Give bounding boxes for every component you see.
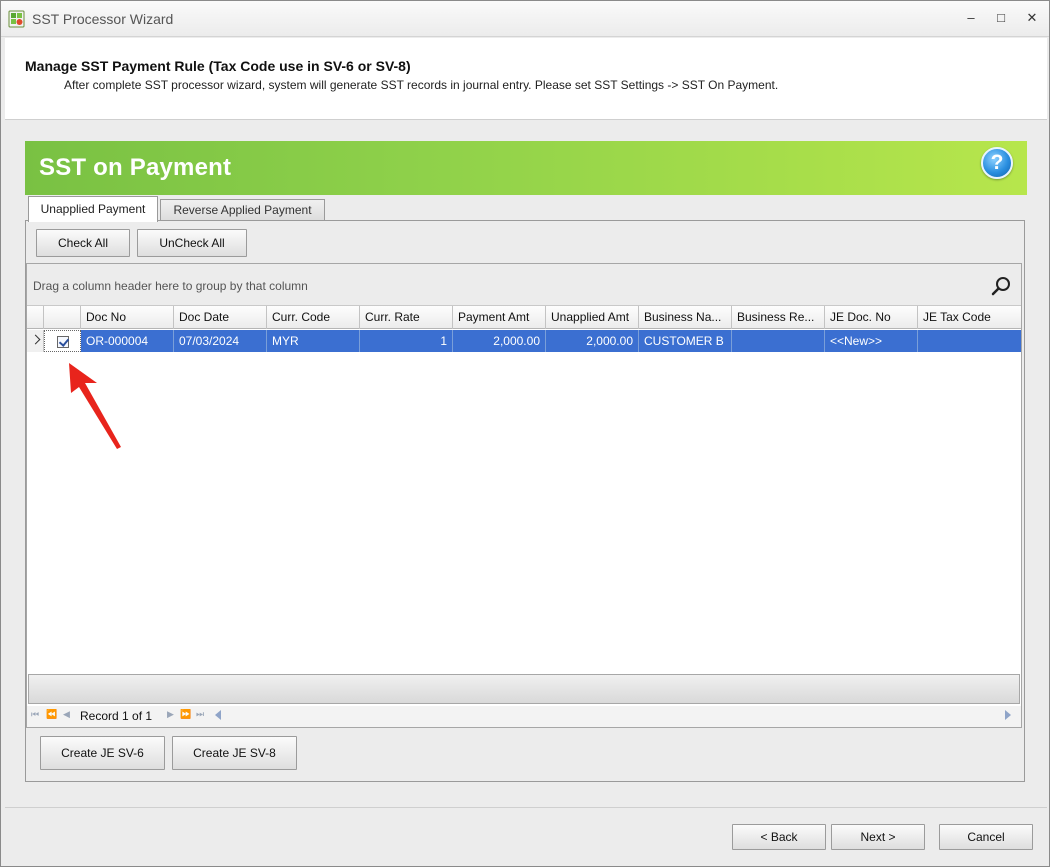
header-indicator-cell <box>27 306 44 329</box>
page-description: After complete SST processor wizard, sys… <box>64 78 779 92</box>
next-page-icon[interactable]: ⏩ <box>180 709 191 720</box>
uncheck-all-button[interactable]: UnCheck All <box>137 229 247 257</box>
grid-header: Doc No Doc Date Curr. Code Curr. Rate Pa… <box>27 306 1021 329</box>
page-title: Manage SST Payment Rule (Tax Code use in… <box>25 58 411 74</box>
create-je-sv6-button[interactable]: Create JE SV-6 <box>40 736 165 770</box>
title-bar: SST Processor Wizard – □ ✕ <box>1 1 1049 37</box>
header-check-cell[interactable] <box>44 306 81 329</box>
back-button[interactable]: < Back <box>732 824 826 850</box>
create-je-sv8-button[interactable]: Create JE SV-8 <box>172 736 297 770</box>
close-button[interactable]: ✕ <box>1022 9 1042 27</box>
footer-separator <box>5 807 1047 808</box>
cell-doc-date[interactable]: 07/03/2024 <box>174 330 267 352</box>
cell-payment-amt[interactable]: 2,000.00 <box>453 330 546 352</box>
check-all-button[interactable]: Check All <box>36 229 130 257</box>
column-header-doc-date[interactable]: Doc Date <box>174 306 267 329</box>
column-header-je-doc-no[interactable]: JE Doc. No <box>825 306 918 329</box>
help-icon[interactable]: ? <box>981 147 1013 179</box>
next-button[interactable]: Next > <box>831 824 925 850</box>
column-header-curr-rate[interactable]: Curr. Rate <box>360 306 453 329</box>
cell-business-name[interactable]: CUSTOMER B <box>639 330 732 352</box>
maximize-button[interactable]: □ <box>991 9 1011 27</box>
cell-je-doc-no[interactable]: <<New>> <box>825 330 918 352</box>
group-by-hint: Drag a column header here to group by th… <box>33 279 308 293</box>
section-banner: SST on Payment ? <box>25 141 1027 195</box>
cell-curr-code[interactable]: MYR <box>267 330 360 352</box>
payment-grid: Drag a column header here to group by th… <box>26 263 1022 728</box>
record-navigator: ⏮ ⏪ ◀ Record 1 of 1 ▶ ⏩ ⏭ <box>27 706 1021 727</box>
last-record-icon[interactable]: ⏭ <box>196 709 204 720</box>
column-header-je-tax-code[interactable]: JE Tax Code <box>918 306 1021 329</box>
banner-title: SST on Payment <box>39 154 232 181</box>
cell-business-reg[interactable] <box>732 330 825 352</box>
window-title: SST Processor Wizard <box>32 11 174 27</box>
annotation-arrow-icon <box>69 363 121 449</box>
minimize-button[interactable]: – <box>961 9 981 27</box>
tab-unapplied-payment[interactable]: Unapplied Payment <box>28 196 158 222</box>
cell-curr-rate[interactable]: 1 <box>360 330 453 352</box>
cell-unapplied-amt[interactable]: 2,000.00 <box>546 330 639 352</box>
row-checkbox[interactable] <box>57 336 69 348</box>
column-header-business-reg[interactable]: Business Re... <box>732 306 825 329</box>
scroll-right-icon[interactable] <box>1005 710 1011 720</box>
cell-je-tax-code[interactable] <box>918 330 1021 352</box>
wizard-window: SST Processor Wizard – □ ✕ Manage SST Pa… <box>0 0 1050 867</box>
column-header-doc-no[interactable]: Doc No <box>81 306 174 329</box>
grid-footer <box>28 674 1020 704</box>
column-header-unapplied-amt[interactable]: Unapplied Amt <box>546 306 639 329</box>
cancel-button[interactable]: Cancel <box>939 824 1033 850</box>
next-record-icon[interactable]: ▶ <box>167 709 174 720</box>
prev-record-icon[interactable]: ◀ <box>63 709 70 720</box>
row-check-cell[interactable] <box>44 330 81 352</box>
row-indicator[interactable] <box>27 330 44 352</box>
column-header-curr-code[interactable]: Curr. Code <box>267 306 360 329</box>
prev-page-icon[interactable]: ⏪ <box>46 709 57 720</box>
search-icon[interactable] <box>991 276 1011 296</box>
app-icon <box>8 10 25 28</box>
column-header-business-name[interactable]: Business Na... <box>639 306 732 329</box>
cell-doc-no[interactable]: OR-000004 <box>81 330 174 352</box>
column-header-payment-amt[interactable]: Payment Amt <box>453 306 546 329</box>
record-count: Record 1 of 1 <box>80 709 153 723</box>
table-row[interactable]: OR-000004 07/03/2024 MYR 1 2,000.00 2,00… <box>27 330 1021 352</box>
group-by-panel[interactable]: Drag a column header here to group by th… <box>27 264 1021 306</box>
tab-reverse-applied-payment[interactable]: Reverse Applied Payment <box>160 199 325 221</box>
scroll-left-icon[interactable] <box>215 710 221 720</box>
first-record-icon[interactable]: ⏮ <box>31 709 39 720</box>
header-panel: Manage SST Payment Rule (Tax Code use in… <box>5 38 1047 120</box>
